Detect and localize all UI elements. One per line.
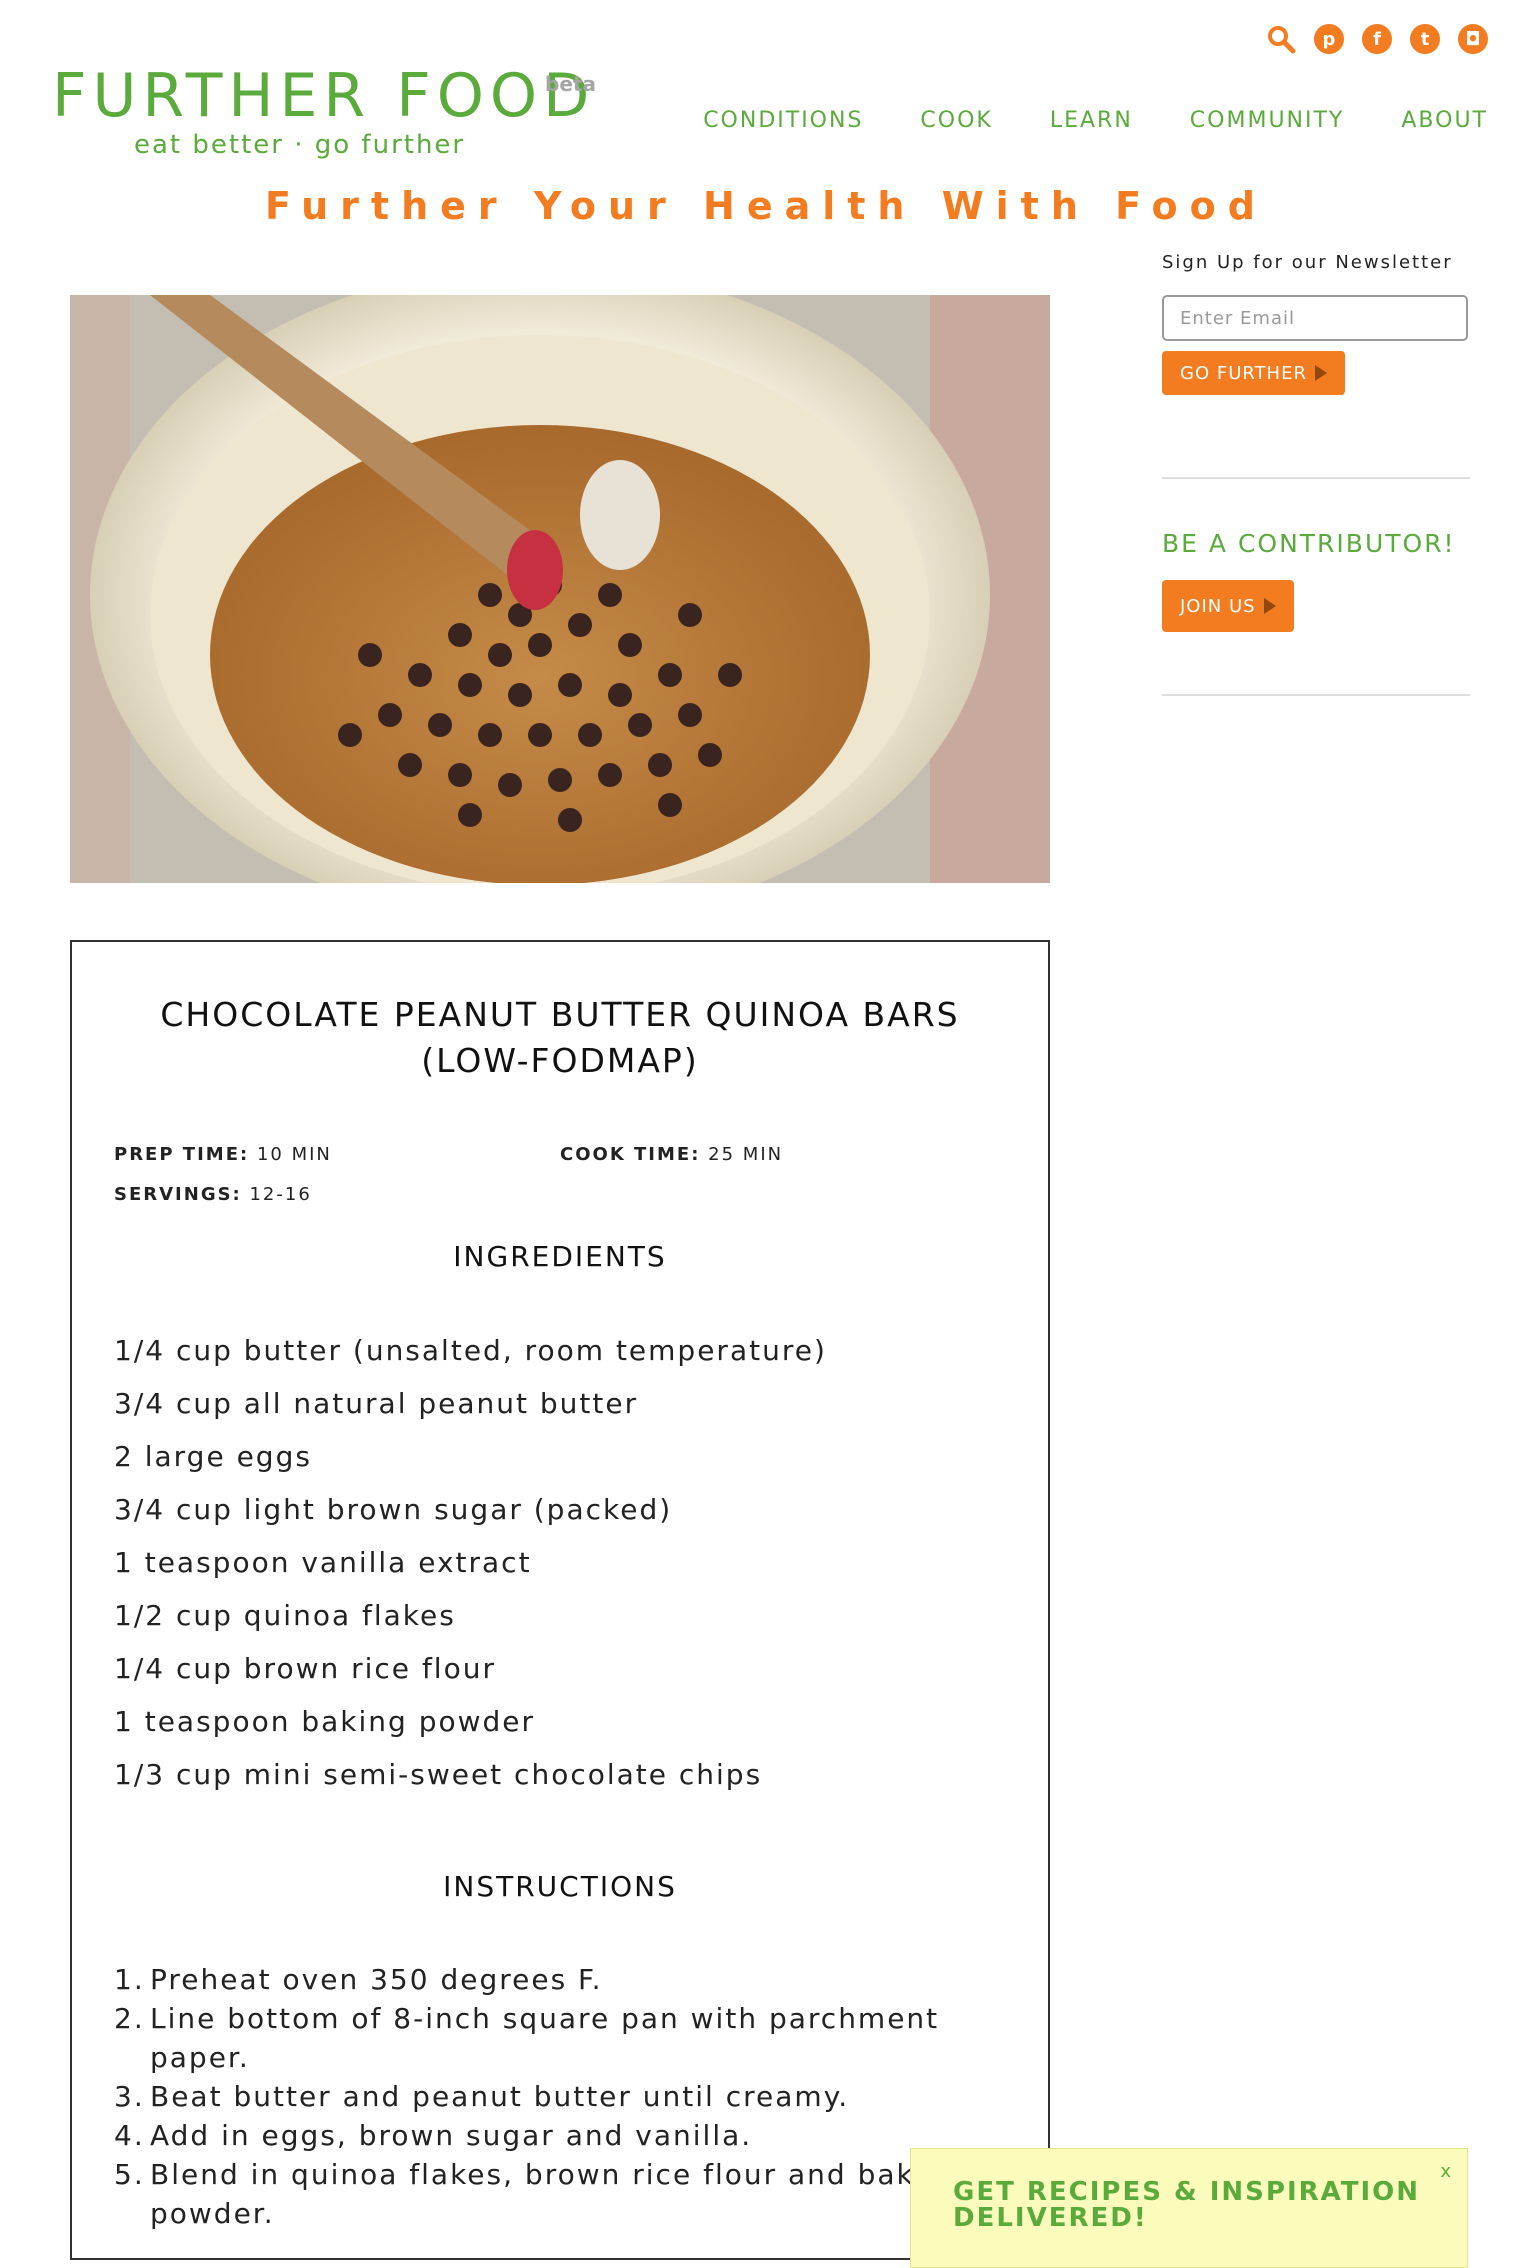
recipe-title: CHOCOLATE PEANUT BUTTER QUINOA BARS (LOW… [72,992,1048,1084]
site-tagline: Further Your Health With Food [265,184,1267,228]
ingredient-item: 1/3 cup mini semi-sweet chocolate chips [114,1758,763,1791]
twitter-icon[interactable]: t [1410,24,1440,54]
ingredient-item: 1/4 cup butter (unsalted, room temperatu… [114,1334,827,1367]
instruction-step: 5. Blend in quinoa flakes, brown rice flo… [114,2155,974,2233]
servings-value: 12-16 [249,1184,312,1205]
ingredients-heading: INGREDIENTS [453,1240,667,1273]
step-number: 1. [114,1963,145,1996]
newsletter-label: Sign Up for our Newsletter [1162,252,1453,273]
ingredient-item: 3/4 cup all natural peanut butter [114,1387,639,1420]
nav-community[interactable]: COMMUNITY [1190,108,1345,133]
go-further-label: GO FURTHER [1180,362,1307,384]
sidebar: Sign Up for our Newsletter GO FURTHER BE… [1162,252,1470,696]
close-icon[interactable]: x [1440,2161,1451,2182]
nav-conditions[interactable]: CONDITIONS [703,108,863,133]
instagram-icon[interactable]: ◘ [1458,24,1488,54]
ingredient-item: 3/4 cup light brown sugar (packed) [114,1493,673,1526]
ingredient-item: 2 large eggs [114,1440,312,1473]
twitter-glyph: t [1420,28,1430,50]
step-text: Preheat oven 350 degrees F. [150,1963,603,1996]
step-text: Add in eggs, brown sugar and vanilla. [150,2119,753,2152]
play-arrow-icon [1263,598,1276,614]
contributor-heading: BE A CONTRIBUTOR! [1162,529,1456,558]
logo-tagline: eat better · go further [134,130,466,160]
step-number: 4. [114,2119,145,2152]
hero-illustration [70,295,1050,883]
nav-about[interactable]: ABOUT [1401,108,1488,133]
instructions-heading: INSTRUCTIONS [443,1870,677,1903]
step-text: Blend in quinoa flakes, brown rice flour… [150,2158,965,2230]
step-number: 5. [114,2158,145,2191]
newsletter-email-input[interactable] [1162,295,1468,341]
prep-time-value: 10 MIN [256,1144,332,1165]
step-text: Beat butter and peanut butter until crea… [150,2080,850,2113]
recipe-title-line-1: CHOCOLATE PEANUT BUTTER QUINOA BARS [160,995,960,1034]
prep-time-label: PREP TIME: [114,1144,250,1165]
pinterest-glyph: p [1322,28,1336,50]
search-icon[interactable] [1266,24,1296,54]
step-number: 3. [114,2080,145,2113]
logo-text: FURTHER FOOD [52,61,596,131]
logo-beta-badge: beta [545,72,596,96]
nav-cook[interactable]: COOK [920,108,992,133]
servings-label: SERVINGS: [114,1184,242,1205]
instruction-step: 1. Preheat oven 350 degrees F. [114,1960,974,1999]
instagram-glyph: ◘ [1465,28,1481,50]
social-icons: p f t ◘ [1266,24,1488,54]
instructions-list: 1. Preheat oven 350 degrees F. 2. Line bot… [114,1960,974,2233]
prep-time: PREP TIME: 10 MIN [114,1144,332,1165]
recipe-card: CHOCOLATE PEANUT BUTTER QUINOA BARS (LOW… [70,940,1050,2260]
pinterest-icon[interactable]: p [1314,24,1344,54]
instruction-step: 4. Add in eggs, brown sugar and vanilla. [114,2116,974,2155]
instruction-step: 2. Line bottom of 8-inch square pan with … [114,1999,974,2077]
ingredient-item: 1 teaspoon baking powder [114,1705,536,1738]
cook-time: COOK TIME: 25 MIN [560,1144,783,1165]
join-us-label: JOIN US [1180,595,1256,617]
ingredient-item: 1/2 cup quinoa flakes [114,1599,456,1632]
nav-learn[interactable]: LEARN [1050,108,1133,133]
recipe-title-line-2: (LOW-FODMAP) [421,1041,699,1080]
newsletter-popup: GET RECIPES & INSPIRATION DELIVERED! x [910,2148,1468,2268]
ingredient-item: 1 teaspoon vanilla extract [114,1546,532,1579]
facebook-icon[interactable]: f [1362,24,1392,54]
main-nav: CONDITIONS COOK LEARN COMMUNITY ABOUT [703,108,1488,133]
facebook-glyph: f [1373,28,1381,50]
instruction-step: 3. Beat butter and peanut butter until cr… [114,2077,974,2116]
sidebar-divider [1162,694,1470,696]
go-further-button[interactable]: GO FURTHER [1162,351,1345,395]
join-us-button[interactable]: JOIN US [1162,580,1294,632]
sidebar-divider [1162,477,1470,479]
servings: SERVINGS: 12-16 [114,1184,312,1205]
cook-time-label: COOK TIME: [560,1144,701,1165]
ingredient-item: 1/4 cup brown rice flour [114,1652,496,1685]
cook-time-value: 25 MIN [708,1144,784,1165]
step-number: 2. [114,2002,145,2035]
popup-text: GET RECIPES & INSPIRATION DELIVERED! [953,2177,1421,2233]
hero-recipe-photo [70,295,1050,883]
step-text: Line bottom of 8-inch square pan with pa… [150,2002,940,2074]
play-arrow-icon [1314,365,1327,381]
site-logo[interactable]: FURTHER FOOD beta eat better · go furthe… [52,61,596,160]
ingredients-list: 1/4 cup butter (unsalted, room temperatu… [114,1324,827,1801]
